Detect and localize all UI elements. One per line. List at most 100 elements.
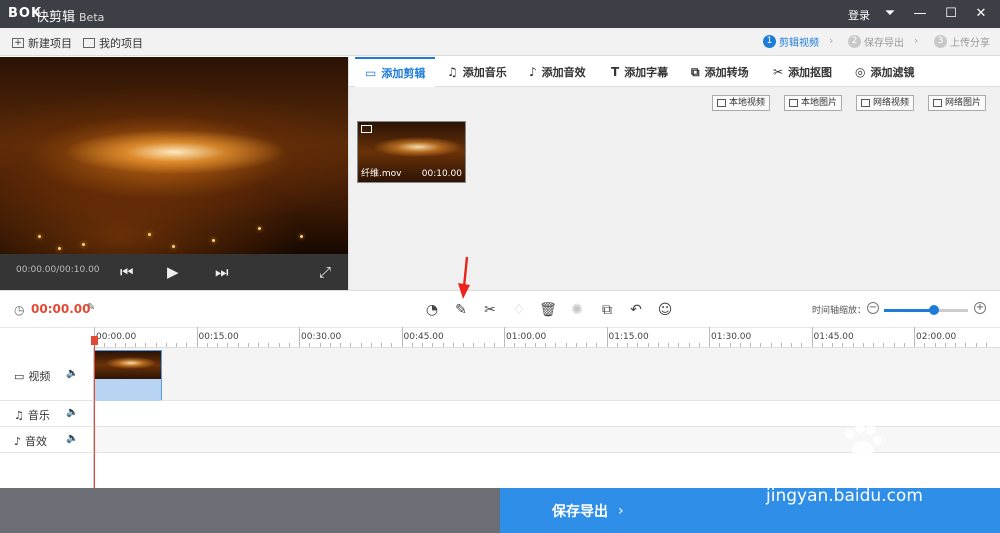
dropdown-menu-icon[interactable]: ⏷ bbox=[880, 4, 900, 24]
ruler-tick bbox=[452, 343, 454, 347]
ruler-tick bbox=[862, 343, 864, 347]
ruler-tick bbox=[832, 343, 833, 347]
ruler-tick bbox=[893, 343, 895, 347]
ruler-tick bbox=[493, 343, 495, 347]
ruler-tick bbox=[760, 343, 762, 347]
edit-time-icon[interactable]: ✎ bbox=[87, 302, 95, 313]
step-edit-video[interactable]: 1 剪辑视频 bbox=[763, 34, 819, 49]
play-icon[interactable]: ▶ bbox=[167, 262, 179, 282]
fullscreen-icon[interactable]: ⤢ bbox=[319, 262, 331, 282]
online-image-icon bbox=[933, 99, 942, 107]
pencil-edit-icon[interactable]: ✎ bbox=[451, 300, 471, 320]
ruler-tick bbox=[914, 327, 915, 347]
ruler-tick bbox=[709, 327, 710, 347]
tab-add-filter[interactable]: ◎ 添加滤镜 bbox=[845, 57, 924, 87]
sound-effect-icon: ♪ bbox=[529, 65, 537, 79]
zoom-slider[interactable] bbox=[884, 305, 968, 315]
ruler-time-label: 01:00.00 bbox=[506, 332, 547, 342]
next-frame-icon[interactable]: ⏭ bbox=[215, 262, 229, 282]
tab-add-music[interactable]: ♫ 添加音乐 bbox=[437, 57, 517, 87]
tab-label: 添加音乐 bbox=[462, 66, 507, 79]
zoom-slider-fill bbox=[884, 309, 935, 312]
ruler-tick bbox=[145, 343, 147, 347]
bell-icon[interactable]: ♢ bbox=[509, 300, 529, 320]
music-note-icon: ♫ bbox=[14, 408, 24, 422]
ruler-tick bbox=[924, 343, 926, 347]
ruler-tick bbox=[852, 343, 854, 347]
online-image-button[interactable]: 网络图片 bbox=[928, 95, 987, 111]
previous-frame-icon[interactable]: ⏮ bbox=[120, 262, 134, 282]
online-video-button[interactable]: 网络视频 bbox=[856, 95, 915, 111]
zoom-out-icon[interactable]: − bbox=[867, 302, 879, 314]
local-image-button[interactable]: 本地图片 bbox=[784, 95, 843, 111]
ruler-tick bbox=[319, 343, 321, 347]
ruler-tick bbox=[196, 327, 198, 347]
ruler-tick bbox=[237, 343, 239, 347]
video-camera-icon: ▭ bbox=[14, 369, 25, 383]
watermark-brand: Bai bbox=[760, 450, 814, 485]
clock-icon: ◷ bbox=[14, 303, 25, 317]
volume-icon[interactable]: 🔈 bbox=[66, 407, 78, 418]
scissors-icon[interactable]: ✂ bbox=[480, 300, 500, 320]
zoom-slider-handle[interactable] bbox=[929, 305, 940, 315]
ruler-tick bbox=[473, 343, 475, 347]
tab-add-cutout[interactable]: ✂ 添加抠图 bbox=[763, 57, 842, 87]
timeline-video-clip[interactable] bbox=[94, 350, 162, 401]
sticker-icon[interactable]: ☺ bbox=[655, 300, 675, 320]
tab-label: 添加音效 bbox=[541, 66, 586, 79]
button-label: 本地视频 bbox=[729, 98, 766, 108]
ruler-tick bbox=[247, 343, 249, 347]
playhead[interactable] bbox=[94, 338, 95, 488]
chevron-right-icon: › bbox=[618, 502, 624, 519]
new-project-button[interactable]: + 新建项目 bbox=[12, 35, 72, 51]
ruler-tick bbox=[739, 343, 741, 347]
ruler-tick bbox=[104, 343, 106, 347]
ruler-tick bbox=[217, 343, 218, 347]
trash-icon[interactable]: 🗑 bbox=[538, 300, 558, 320]
ruler-tick bbox=[545, 343, 546, 347]
beta-label: Beta bbox=[79, 11, 105, 24]
ruler-tick bbox=[258, 343, 259, 347]
ruler-tick bbox=[934, 343, 936, 347]
tab-add-sound-effect[interactable]: ♪ 添加音效 bbox=[519, 57, 596, 87]
ruler-tick bbox=[975, 343, 977, 347]
tab-add-clip[interactable]: ▭ 添加剪辑 bbox=[355, 57, 436, 87]
copy-icon[interactable]: ⧉ bbox=[597, 300, 617, 320]
edit-toolbar: ◷ 00:00.00 ✎ ◔ ✎ ✂ ♢ 🗑 ✺ ⧉ ↶ ☺ 时间轴缩放： − … bbox=[0, 290, 1000, 328]
ruler-tick bbox=[299, 327, 300, 347]
ruler-tick bbox=[750, 343, 751, 347]
cutout-icon: ✂ bbox=[773, 65, 784, 79]
local-video-button[interactable]: 本地视频 bbox=[712, 95, 771, 111]
video-track[interactable] bbox=[94, 348, 1000, 401]
volume-icon[interactable]: 🔈 bbox=[66, 368, 78, 379]
step-number: 1 bbox=[763, 35, 776, 48]
ruler-time-label: 00:00.00 bbox=[96, 332, 137, 342]
volume-icon[interactable]: 🔈 bbox=[66, 433, 78, 444]
step-export[interactable]: 2 保存导出 bbox=[848, 34, 904, 49]
video-preview[interactable] bbox=[0, 57, 348, 254]
tab-add-subtitle[interactable]: T 添加字幕 bbox=[601, 57, 678, 87]
ruler-tick bbox=[821, 343, 823, 347]
login-link[interactable]: 登录 bbox=[848, 7, 870, 23]
transition-icon: ⧉ bbox=[691, 64, 700, 79]
close-icon[interactable]: ✕ bbox=[971, 4, 991, 24]
zoom-in-icon[interactable]: + bbox=[974, 302, 986, 314]
minimize-icon[interactable]: — bbox=[910, 4, 930, 24]
my-projects-button[interactable]: 我的项目 bbox=[83, 35, 143, 51]
crop-icon[interactable]: ✺ bbox=[567, 300, 587, 320]
app-title: 快剪辑 Beta bbox=[36, 10, 105, 25]
tab-add-transition[interactable]: ⧉ 添加转场 bbox=[681, 57, 759, 87]
ruler-tick bbox=[596, 343, 598, 347]
time-ruler[interactable]: 00:00.00 00:15.00 00:30.00 00:45.00 01:00.00… bbox=[94, 327, 1000, 348]
new-project-label: 新建项目 bbox=[28, 37, 72, 50]
ruler-time-label: 01:45.00 bbox=[813, 332, 854, 342]
speed-icon[interactable]: ◔ bbox=[422, 300, 442, 320]
ruler-tick bbox=[329, 343, 331, 347]
step-share[interactable]: 3 上传分享 bbox=[934, 34, 990, 49]
undo-icon[interactable]: ↶ bbox=[626, 300, 646, 320]
maximize-icon[interactable]: ☐ bbox=[941, 4, 961, 24]
ruler-tick bbox=[155, 343, 157, 347]
player-controls: 00:00.00/00:10.00 ⏮ ▶ ⏭ ⤢ bbox=[0, 254, 348, 290]
media-clip-thumbnail[interactable]: 纤维.mov 00:10.00 bbox=[357, 121, 466, 183]
ruler-tick bbox=[288, 343, 290, 347]
